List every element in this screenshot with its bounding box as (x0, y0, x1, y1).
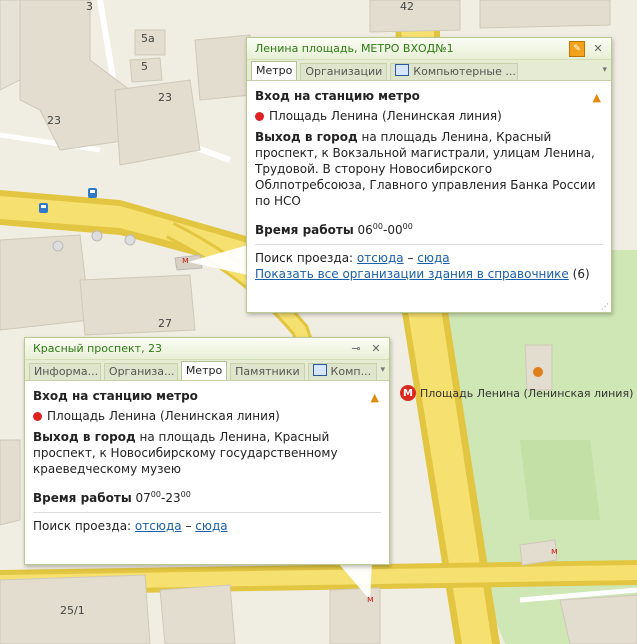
warning-icon[interactable]: ▲ (593, 91, 601, 104)
popup-header: Ленина площадь, МЕТРО ВХОД№1 ✎ ✕ (247, 38, 611, 60)
divider (33, 512, 381, 513)
metro-entrance-marker[interactable]: м (182, 256, 189, 266)
tab-computer[interactable]: Компьютерные ... (390, 63, 519, 80)
popup-tabs: Информа... Организа... Метро Памятники К… (25, 360, 389, 381)
station-name: Площадь Ленина (Ленинская линия) (47, 409, 280, 423)
route-to-link[interactable]: сюда (417, 251, 449, 265)
opening-hours: Время работы 0700-2300 (33, 490, 191, 505)
station-line: Площадь Ленина (Ленинская линия) (255, 109, 603, 123)
tab-computer[interactable]: Комп... (307, 363, 378, 380)
info-popup-address: Красный проспект, 23 ⊸ ✕ Информа... Орга… (24, 337, 390, 565)
close-icon[interactable]: ✕ (591, 42, 605, 56)
building (0, 439, 21, 526)
building (559, 594, 637, 644)
popup-title: Ленина площадь, МЕТРО ВХОД№1 (255, 42, 454, 55)
house-number: 23 (158, 91, 172, 104)
line-color-dot (33, 411, 42, 421)
pin-icon[interactable]: ⊸ (349, 342, 363, 356)
station-name: Площадь Ленина (Ленинская линия) (269, 109, 502, 123)
computer-icon (395, 64, 410, 76)
tabs-more-icon[interactable]: ▾ (380, 365, 385, 375)
popup-heading: Вход на станцию метро (255, 89, 420, 103)
opening-hours: Время работы 0600-0000 (255, 222, 413, 237)
bus-stop-icon (39, 203, 48, 213)
building (369, 0, 461, 33)
tab-monuments[interactable]: Памятники (230, 363, 305, 380)
tab-metro[interactable]: Метро (251, 61, 298, 80)
building (79, 274, 196, 336)
divider (255, 244, 603, 245)
show-all-orgs: Показать все организации здания в справо… (255, 267, 590, 281)
map-dot (91, 230, 103, 242)
station-line: Площадь Ленина (Ленинская линия) (33, 409, 381, 423)
metro-icon: М (400, 385, 416, 401)
line-color-dot (255, 111, 264, 121)
map-dot (52, 240, 64, 252)
metro-entrance-marker[interactable]: м (367, 595, 374, 605)
metro-station-label[interactable]: М Площадь Ленина (Ленинская линия) (400, 385, 633, 401)
tab-organizations[interactable]: Организации (300, 63, 388, 80)
park-area (520, 440, 600, 520)
building (159, 584, 236, 644)
metro-entrance-marker[interactable]: м (551, 547, 558, 557)
tabs-more-icon[interactable]: ▾ (602, 65, 607, 75)
route-from-link[interactable]: отсюда (135, 519, 182, 533)
house-number: 42 (400, 0, 414, 13)
house-number: 3 (86, 0, 93, 13)
building (0, 234, 91, 331)
house-number: 5а (141, 32, 155, 45)
route-search: Поиск проезда: отсюда – сюда (33, 519, 228, 533)
route-to-link[interactable]: сюда (195, 519, 227, 533)
building (194, 34, 251, 101)
tab-information[interactable]: Информа... (29, 363, 101, 380)
exit-description: Выход в город на площадь Ленина, Красный… (255, 130, 596, 208)
resize-grip-icon[interactable]: ⋰ (601, 302, 609, 311)
map-dot (124, 234, 136, 246)
house-number: 5 (141, 60, 148, 73)
warning-icon[interactable]: ▲ (371, 391, 379, 404)
pin-icon[interactable]: ✎ (569, 40, 585, 57)
tab-organizations[interactable]: Организа... (103, 363, 178, 380)
building (479, 0, 611, 29)
popup-tabs: Метро Организации Компьютерные ... ▾ (247, 60, 611, 81)
info-popup-metro-entrance: Ленина площадь, МЕТРО ВХОД№1 ✎ ✕ Метро О… (246, 37, 612, 313)
metro-station-name: Площадь Ленина (Ленинская линия) (420, 386, 634, 400)
popup-body: ▲ Вход на станцию метро Площадь Ленина (… (25, 381, 389, 539)
exit-description: Выход в город на площадь Ленина, Красный… (33, 430, 338, 476)
popup-body: ▲ Вход на станцию метро Площадь Ленина (… (247, 81, 611, 287)
bus-stop-icon (88, 188, 97, 198)
popup-title: Красный проспект, 23 (33, 342, 163, 355)
tab-metro[interactable]: Метро (180, 361, 228, 380)
monument-icon (533, 367, 543, 377)
computer-icon (312, 364, 327, 376)
route-from-link[interactable]: отсюда (357, 251, 404, 265)
popup-heading: Вход на станцию метро (33, 389, 198, 403)
show-all-orgs-link[interactable]: Показать все организации здания в справо… (255, 267, 569, 281)
house-number: 25/1 (60, 604, 85, 617)
route-search: Поиск проезда: отсюда – сюда (255, 251, 450, 265)
house-number: 27 (158, 317, 172, 330)
building (0, 0, 21, 91)
house-number: 23 (47, 114, 61, 127)
close-icon[interactable]: ✕ (369, 342, 383, 356)
popup-header: Красный проспект, 23 ⊸ ✕ (25, 338, 389, 360)
